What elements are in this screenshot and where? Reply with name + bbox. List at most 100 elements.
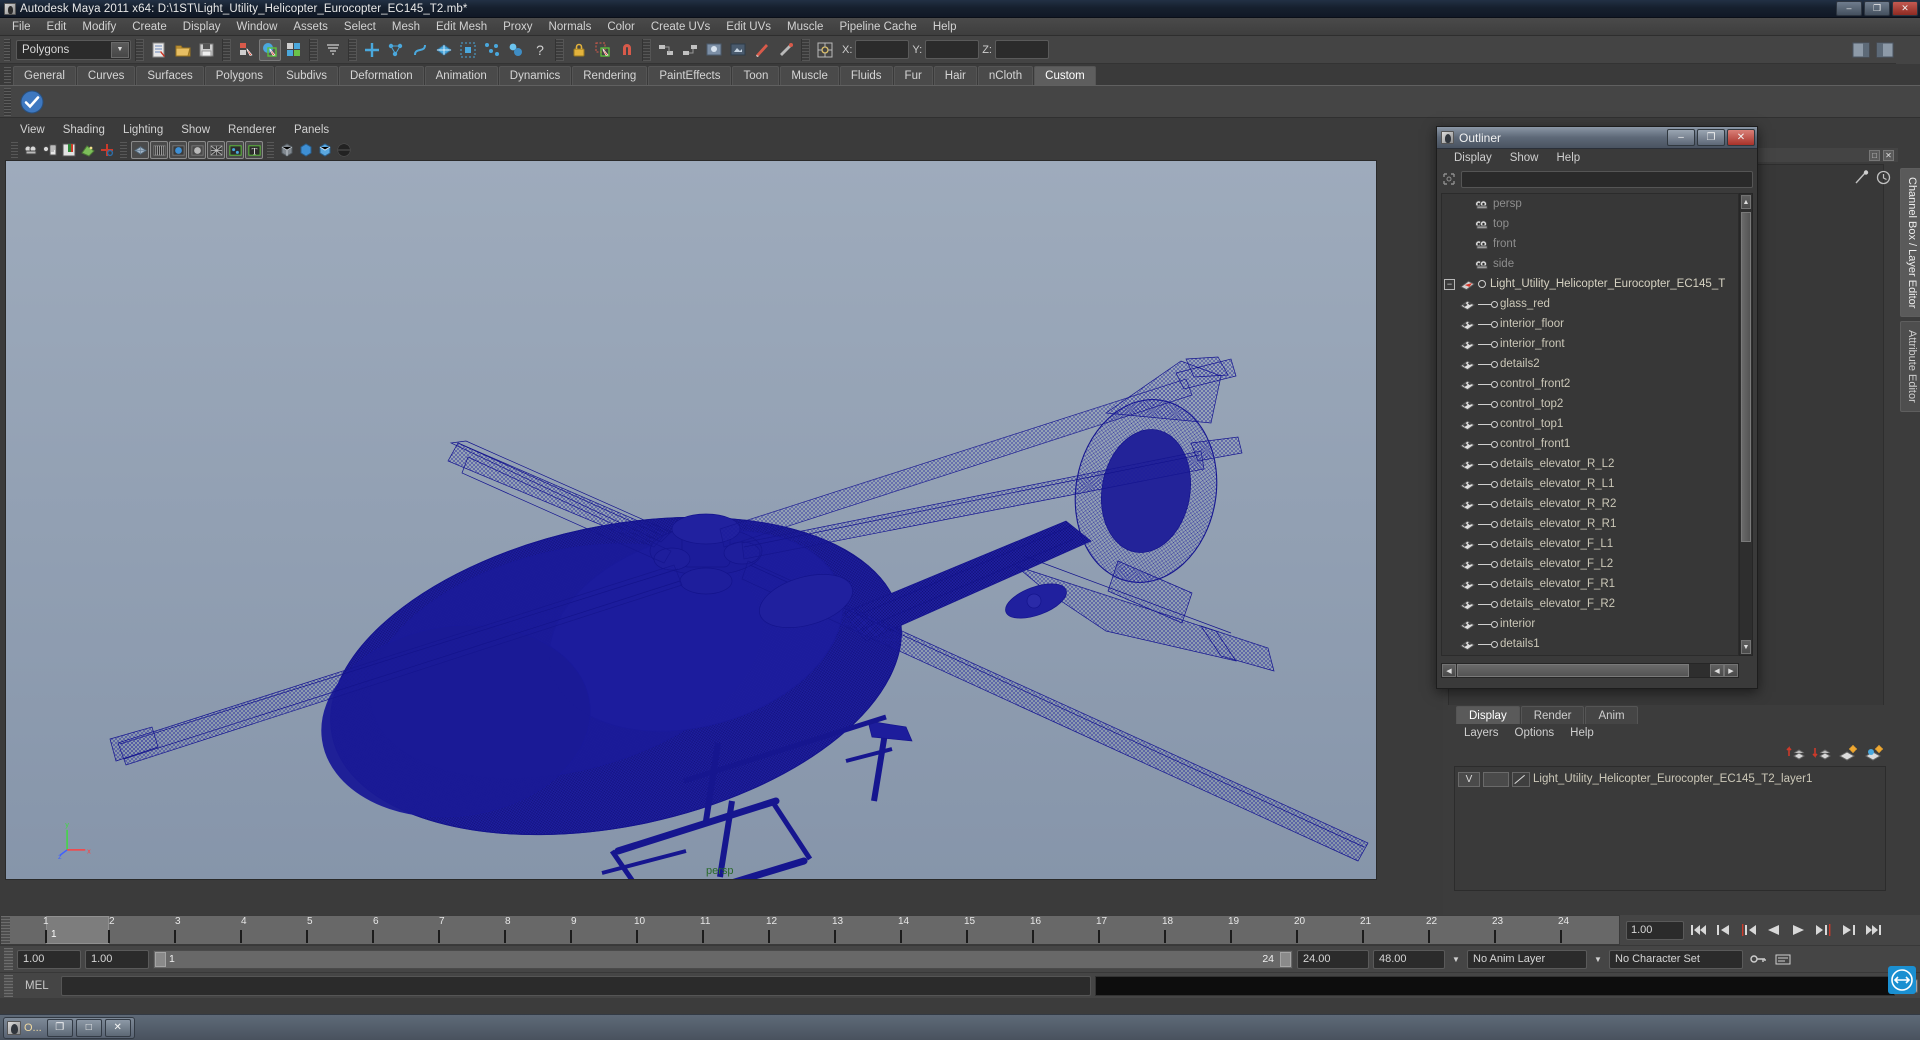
scroll-left-arrow-icon[interactable]: ◀	[1442, 664, 1456, 677]
scroll-right-arrow-icon-1[interactable]: ◀	[1710, 664, 1724, 677]
viewport-menu-view[interactable]: View	[11, 124, 54, 136]
new-scene-icon[interactable]	[148, 39, 170, 61]
lock-icon[interactable]	[568, 39, 590, 61]
menu-help[interactable]: Help	[925, 20, 965, 34]
menu-proxy[interactable]: Proxy	[495, 20, 540, 34]
coord-y-input[interactable]	[925, 40, 980, 59]
layer-menu-layers[interactable]: Layers	[1456, 727, 1507, 739]
outliner-item-details-elevator-f-l2[interactable]: details_elevator_F_L2	[1442, 554, 1738, 574]
layer-menu-help[interactable]: Help	[1562, 727, 1602, 739]
select-tool-icon[interactable]	[592, 39, 614, 61]
current-time-indicator[interactable]: 1	[46, 916, 109, 944]
outliner-minimize-button[interactable]: –	[1667, 129, 1695, 146]
dock-undock-icon[interactable]: □	[1869, 149, 1880, 161]
shelf-tab-toon[interactable]: Toon	[732, 66, 780, 85]
snap-to-plane-icon[interactable]	[433, 39, 455, 61]
outliner-menu-help[interactable]: Help	[1548, 152, 1590, 164]
show-hide-sidebar-icon[interactable]	[1850, 39, 1872, 61]
range-left-handle[interactable]	[155, 951, 166, 967]
shelf-tab-painteffects[interactable]: PaintEffects	[648, 66, 732, 85]
use-default-lighting-icon[interactable]: T	[245, 141, 263, 159]
shelf-tab-fluids[interactable]: Fluids	[839, 66, 893, 85]
outliner-search-input[interactable]	[1461, 170, 1753, 188]
xray-display-icon[interactable]	[278, 141, 296, 159]
menu-create-uvs[interactable]: Create UVs	[643, 20, 718, 34]
magnet-icon[interactable]	[616, 39, 638, 61]
scroll-up-arrow-icon[interactable]: ▲	[1741, 195, 1751, 209]
outliner-vertical-scrollbar[interactable]: ▲ ▼	[1739, 193, 1753, 656]
character-set-chevron-icon[interactable]: ▼	[1591, 950, 1605, 969]
time-slider-grip[interactable]	[1, 916, 10, 944]
perspective-viewport[interactable]: y x z persp	[5, 160, 1377, 880]
select-by-object-type-icon[interactable]	[259, 38, 281, 61]
menu-select[interactable]: Select	[336, 20, 384, 34]
outliner-item-control-top2[interactable]: control_top2	[1442, 394, 1738, 414]
anim-end-field[interactable]: 24.00	[1297, 949, 1369, 969]
outliner-item-interior-front[interactable]: interior_front	[1442, 334, 1738, 354]
render-current-frame-icon[interactable]	[727, 39, 749, 61]
outliner-item-control-top1[interactable]: control_top1	[1442, 414, 1738, 434]
snap-to-curve-icon[interactable]	[385, 39, 407, 61]
scroll-down-arrow-icon[interactable]: ▼	[1741, 640, 1751, 654]
time-slider[interactable]: 1 1 2 3 4 5 6 7 8 9 10 11 12 13 14 15 16…	[0, 915, 1620, 945]
two-d-pan-zoom-icon[interactable]	[98, 141, 116, 159]
shelf-tab-polygons[interactable]: Polygons	[204, 66, 275, 85]
range-slider-grip[interactable]	[4, 948, 13, 970]
open-scene-icon[interactable]	[172, 39, 194, 61]
menu-edit-mesh[interactable]: Edit Mesh	[428, 20, 495, 34]
tab-display-layers[interactable]: Display	[1456, 706, 1520, 724]
command-language-label[interactable]: MEL	[17, 980, 57, 992]
taskbar-restore-button[interactable]: ❐	[46, 1018, 73, 1037]
time-slider-track[interactable]: 1 1 2 3 4 5 6 7 8 9 10 11 12 13 14 15 16…	[10, 916, 1619, 944]
dock-close-icon[interactable]: ✕	[1883, 149, 1894, 161]
camera-attributes-icon[interactable]	[41, 141, 59, 159]
output-connections-icon[interactable]	[679, 39, 701, 61]
menu-normals[interactable]: Normals	[541, 20, 600, 34]
taskbar-maya-button[interactable]: O... ❐ □ ✕	[3, 1016, 135, 1039]
teamviewer-icon[interactable]	[1888, 966, 1916, 994]
input-connections-icon[interactable]	[655, 39, 677, 61]
shelf-tab-general[interactable]: General	[13, 66, 76, 85]
command-line-grip[interactable]	[4, 974, 13, 997]
outliner-maximize-button[interactable]: ❐	[1697, 129, 1725, 146]
outliner-item-details-elevator-f-r2[interactable]: details_elevator_F_R2	[1442, 594, 1738, 614]
flat-shade-icon[interactable]	[188, 141, 206, 159]
menu-assets[interactable]: Assets	[285, 20, 336, 34]
new-layer-from-selected-icon[interactable]	[1864, 744, 1884, 762]
shelf-tab-hair[interactable]: Hair	[933, 66, 977, 85]
tab-render-layers[interactable]: Render	[1520, 706, 1585, 724]
outliner-item-control-front2[interactable]: control_front2	[1442, 374, 1738, 394]
taskbar-maximize-button[interactable]: □	[75, 1018, 102, 1037]
smooth-shade-all-icon[interactable]	[150, 141, 168, 159]
step-forward-frame-button[interactable]	[1813, 920, 1834, 940]
ipr-render-icon[interactable]	[751, 39, 773, 61]
minimize-button[interactable]: –	[1836, 1, 1862, 16]
outliner-item-glass-red[interactable]: glass_red	[1442, 294, 1738, 314]
character-set-select[interactable]: No Character Set	[1609, 949, 1743, 969]
command-output[interactable]	[1095, 975, 1895, 996]
outliner-item-details-elevator-r-l2[interactable]: details_elevator_R_L2	[1442, 454, 1738, 474]
outliner-window[interactable]: Outliner – ❐ ✕ Display Show Help persp t…	[1436, 126, 1758, 689]
menu-display[interactable]: Display	[175, 20, 229, 34]
command-input[interactable]	[60, 975, 1091, 996]
outliner-item-interior[interactable]: interior	[1442, 614, 1738, 634]
menu-mesh[interactable]: Mesh	[384, 20, 428, 34]
shelf-grip[interactable]	[4, 87, 11, 116]
anim-layer-select[interactable]: No Anim Layer	[1467, 949, 1587, 969]
tab-channel-box-layer-editor[interactable]: Channel Box / Layer Editor	[1900, 168, 1920, 318]
shelf-tab-deformation[interactable]: Deformation	[338, 66, 424, 85]
outliner-item-root-group[interactable]: − Light_Utility_Helicopter_Eurocopter_EC…	[1442, 274, 1738, 294]
outliner-item-details-elevator-r-l1[interactable]: details_elevator_R_L1	[1442, 474, 1738, 494]
move-layer-up-icon[interactable]	[1786, 744, 1806, 762]
playback-end-field[interactable]: 48.00	[1373, 949, 1445, 969]
open-render-view-icon[interactable]	[703, 39, 725, 61]
channel-box-clock-icon[interactable]	[1875, 169, 1892, 186]
move-layer-down-icon[interactable]	[1812, 744, 1832, 762]
outliner-item-details2[interactable]: details2	[1442, 354, 1738, 374]
outliner-menu-display[interactable]: Display	[1445, 152, 1501, 164]
chevron-down-icon[interactable]: ▼	[111, 41, 129, 58]
play-forwards-button[interactable]	[1788, 920, 1809, 940]
taskbar-close-button[interactable]: ✕	[104, 1018, 131, 1037]
shelf-item-check-icon[interactable]	[17, 88, 47, 116]
make-live-icon[interactable]	[481, 39, 503, 61]
